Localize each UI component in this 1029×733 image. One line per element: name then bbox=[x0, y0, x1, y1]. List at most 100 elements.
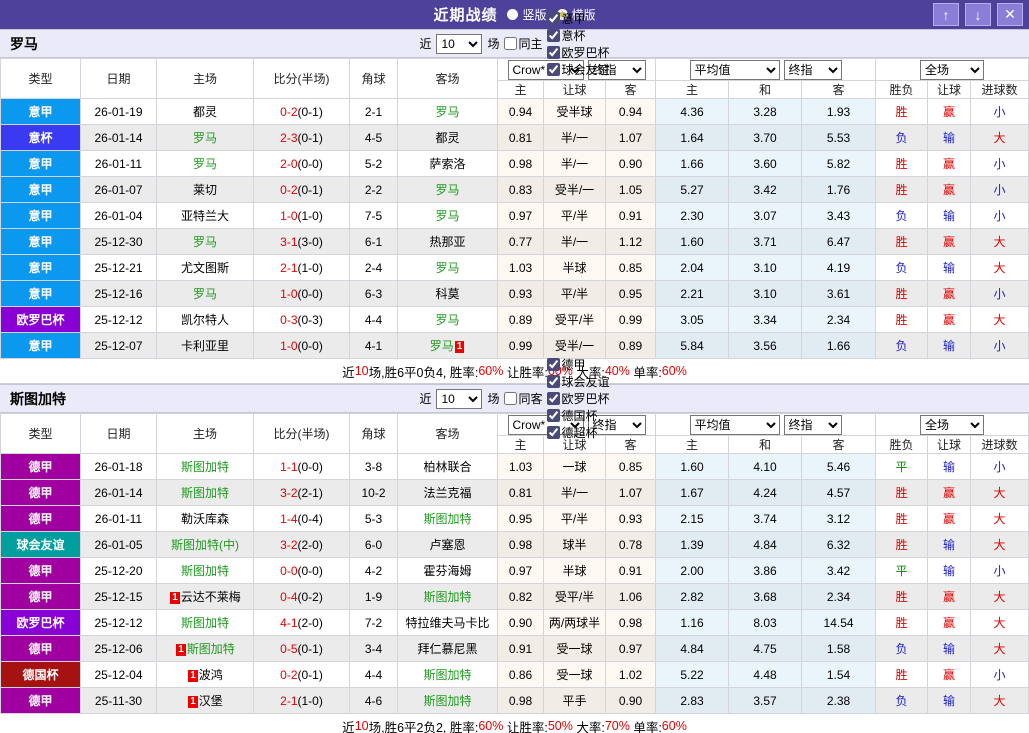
league-checkbox[interactable] bbox=[547, 29, 560, 42]
league-filter[interactable]: 意杯 bbox=[546, 27, 610, 44]
league-checkbox[interactable] bbox=[547, 375, 560, 388]
league-filter[interactable]: 欧罗巴杯 bbox=[546, 44, 610, 61]
halftime-score: (0-2) bbox=[298, 590, 323, 604]
league-filter[interactable]: 德超杯 bbox=[546, 424, 610, 441]
league-filter[interactable]: 欧罗巴杯 bbox=[546, 390, 610, 407]
same-venue-checkbox[interactable] bbox=[504, 392, 517, 405]
halftime-score: (0-4) bbox=[298, 512, 323, 526]
league-filter[interactable]: 球会友谊 bbox=[546, 373, 610, 390]
avg-draw-cell: 3.74 bbox=[729, 506, 802, 532]
fulltime-select[interactable]: 全场 bbox=[920, 60, 984, 80]
fulltime-score: 2-1 bbox=[280, 261, 297, 275]
result-handicap-cell: 输 bbox=[928, 688, 971, 714]
date-cell: 25-12-16 bbox=[81, 281, 157, 307]
score-cell: 1-1(0-0) bbox=[254, 454, 350, 480]
avg-home-cell: 1.66 bbox=[656, 151, 729, 177]
home-team-cell: 卡利亚里 bbox=[157, 333, 254, 359]
away-team-cell: 罗马 bbox=[398, 99, 498, 125]
home-team-cell: 斯图加特 bbox=[157, 610, 254, 636]
fulltime-group-header: 全场 bbox=[876, 59, 1029, 81]
result-wdl-cell: 胜 bbox=[876, 662, 928, 688]
same-venue-filter[interactable]: 同主 bbox=[503, 35, 543, 52]
result-handicap-cell: 赢 bbox=[928, 281, 971, 307]
league-checkbox[interactable] bbox=[547, 46, 560, 59]
fulltime-select[interactable]: 全场 bbox=[920, 415, 984, 435]
result-wdl-cell: 负 bbox=[876, 255, 928, 281]
away-team-cell: 特拉维夫马卡比 bbox=[398, 610, 498, 636]
match-table-body: 德甲26-01-18斯图加特1-1(0-0)3-8柏林联合1.03一球0.851… bbox=[1, 454, 1029, 714]
odds-home-cell: 0.94 bbox=[498, 99, 544, 125]
halftime-score: (0-0) bbox=[298, 157, 323, 171]
score-cell: 3-1(3-0) bbox=[254, 229, 350, 255]
date-cell: 26-01-14 bbox=[81, 125, 157, 151]
avg-draw-cell: 3.07 bbox=[729, 203, 802, 229]
avg-draw-cell: 3.10 bbox=[729, 255, 802, 281]
result-handicap-cell: 输 bbox=[928, 454, 971, 480]
match-row: 德甲25-11-301汉堡2-1(1-0)4-6斯图加特0.98平手0.902.… bbox=[1, 688, 1029, 714]
odds-away-cell: 0.85 bbox=[606, 255, 656, 281]
average-final-select[interactable]: 终指 bbox=[784, 415, 842, 435]
score-cell: 1-0(0-0) bbox=[254, 333, 350, 359]
close-button[interactable]: ✕ bbox=[997, 3, 1023, 26]
result-handicap-cell: 输 bbox=[928, 636, 971, 662]
team-name-text: 罗马 bbox=[435, 183, 459, 197]
scroll-up-button[interactable]: ↑ bbox=[933, 3, 959, 26]
match-row: 意甲26-01-11罗马2-0(0-0)5-2萨索洛0.98半/一0.901.6… bbox=[1, 151, 1029, 177]
scroll-down-button[interactable]: ↓ bbox=[965, 3, 991, 26]
avg-draw-cell: 3.34 bbox=[729, 307, 802, 333]
league-filter[interactable]: 球会友谊 bbox=[546, 61, 610, 78]
league-filter[interactable]: 德国杯 bbox=[546, 407, 610, 424]
same-venue-checkbox[interactable] bbox=[504, 37, 517, 50]
league-checkbox[interactable] bbox=[547, 392, 560, 405]
result-wdl-cell: 胜 bbox=[876, 229, 928, 255]
league-cell: 德甲 bbox=[1, 688, 81, 714]
avg-away-cell: 1.76 bbox=[802, 177, 876, 203]
fulltime-group-header: 全场 bbox=[876, 414, 1029, 436]
avg-draw-cell: 3.86 bbox=[729, 558, 802, 584]
league-filter[interactable]: 意甲 bbox=[546, 10, 610, 27]
result-goals-cell: 大 bbox=[971, 480, 1029, 506]
odds-away-cell: 0.95 bbox=[606, 281, 656, 307]
team-name-text: 罗马 bbox=[435, 209, 459, 223]
home-team-cell: 1汉堡 bbox=[157, 688, 254, 714]
team-name-text: 罗马 bbox=[430, 339, 454, 353]
league-checkbox[interactable] bbox=[547, 409, 560, 422]
league-checkbox[interactable] bbox=[547, 12, 560, 25]
odds-home-cell: 0.81 bbox=[498, 480, 544, 506]
result-wdl-cell: 胜 bbox=[876, 506, 928, 532]
corner-cell: 3-8 bbox=[350, 454, 398, 480]
avg-draw-cell: 4.48 bbox=[729, 662, 802, 688]
fulltime-score: 0-2 bbox=[280, 183, 297, 197]
average-select[interactable]: 平均值 bbox=[690, 60, 780, 80]
fulltime-score: 1-0 bbox=[280, 339, 297, 353]
league-checkbox[interactable] bbox=[547, 426, 560, 439]
games-count-select[interactable]: 10 bbox=[436, 389, 482, 409]
score-cell: 1-0(1-0) bbox=[254, 203, 350, 229]
team-name-text: 霍芬海姆 bbox=[423, 564, 471, 578]
handicap-cell: 受半/一 bbox=[544, 177, 606, 203]
result-handicap-cell: 输 bbox=[928, 255, 971, 281]
col-header-score: 比分(半场) bbox=[254, 414, 350, 454]
near-label: 近 bbox=[419, 390, 431, 407]
odds-home-cell: 0.98 bbox=[498, 688, 544, 714]
team-name-text: 罗马 bbox=[193, 157, 217, 171]
red-card-badge: 1 bbox=[188, 670, 198, 682]
corner-cell: 6-3 bbox=[350, 281, 398, 307]
result-handicap-cell: 赢 bbox=[928, 99, 971, 125]
league-checkbox[interactable] bbox=[547, 358, 560, 371]
away-team-cell: 法兰克福 bbox=[398, 480, 498, 506]
games-count-select[interactable]: 10 bbox=[436, 34, 482, 54]
corner-cell: 10-2 bbox=[350, 480, 398, 506]
league-filter[interactable]: 德甲 bbox=[546, 356, 610, 373]
league-checkbox[interactable] bbox=[547, 63, 560, 76]
fulltime-score: 0-0 bbox=[280, 564, 297, 578]
same-venue-filter[interactable]: 同客 bbox=[503, 390, 543, 407]
odds-home-cell: 0.77 bbox=[498, 229, 544, 255]
league-cell: 德甲 bbox=[1, 558, 81, 584]
average-select[interactable]: 平均值 bbox=[690, 415, 780, 435]
result-wdl-cell: 胜 bbox=[876, 610, 928, 636]
handicap-cell: 半/一 bbox=[544, 151, 606, 177]
avg-draw-cell: 3.68 bbox=[729, 584, 802, 610]
result-wdl-cell: 胜 bbox=[876, 480, 928, 506]
average-final-select[interactable]: 终指 bbox=[784, 60, 842, 80]
